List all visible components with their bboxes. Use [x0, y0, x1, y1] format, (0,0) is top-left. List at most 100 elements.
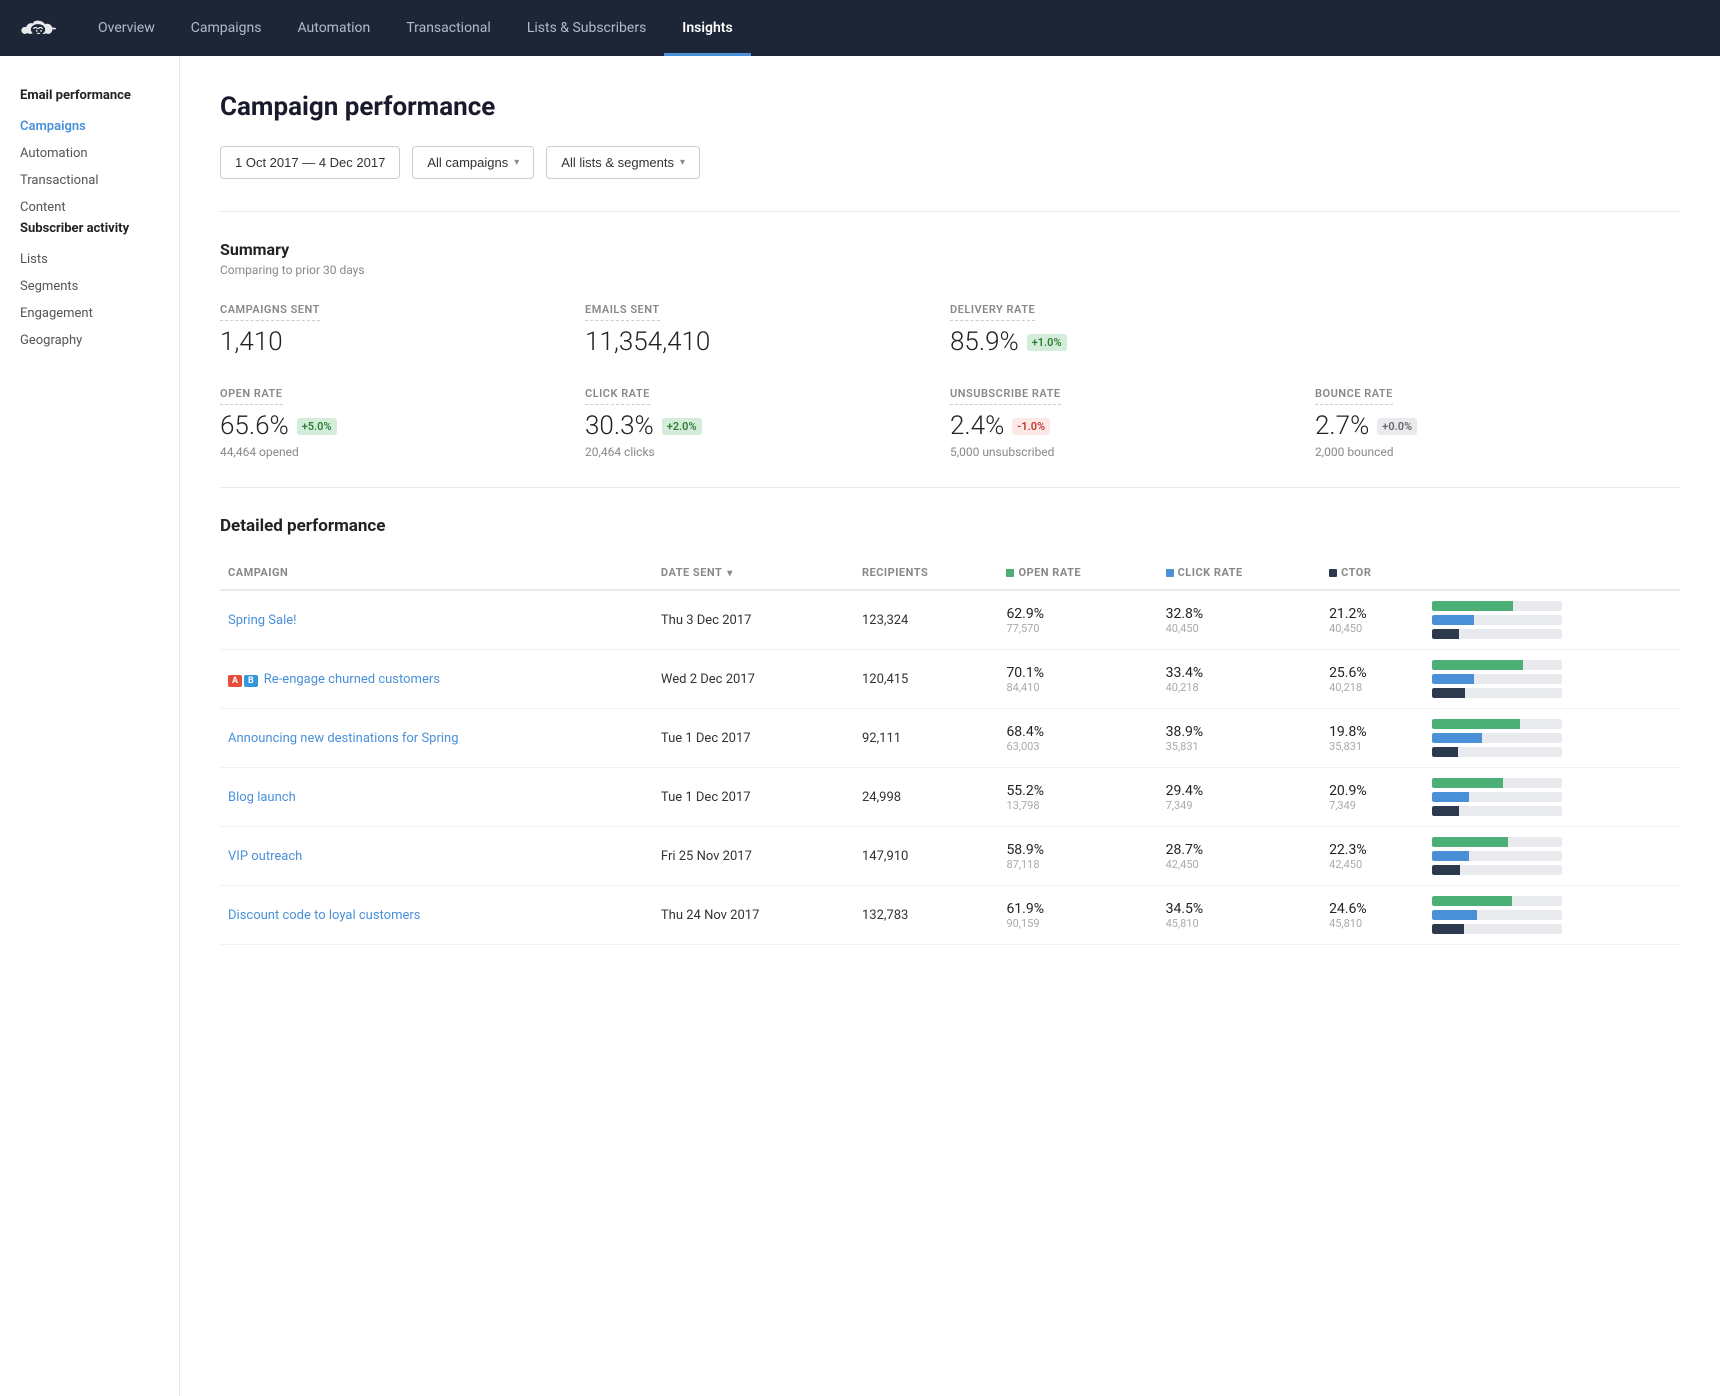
campaign-name-cell: VIP outreach: [220, 827, 653, 886]
ctor-bar: [1432, 747, 1562, 757]
ctor-bar-fill: [1432, 865, 1461, 875]
col-header-date-sent[interactable]: DATE SENT ▾: [653, 556, 854, 590]
open-rate-sub: 90,159: [1006, 917, 1149, 930]
sidebar-item-automation[interactable]: Automation: [20, 140, 159, 167]
nav-item-transactional[interactable]: Transactional: [388, 0, 509, 56]
nav-item-automation[interactable]: Automation: [279, 0, 388, 56]
open-rate-cell: 70.1%84,410: [998, 650, 1157, 709]
campaign-link[interactable]: Discount code to loyal customers: [228, 908, 421, 923]
bar-chart-cell: [1432, 778, 1672, 816]
main-content: Campaign performance 1 Oct 2017 — 4 Dec …: [180, 56, 1720, 1396]
open-rate-main: 55.2%: [1006, 783, 1149, 799]
app-logo[interactable]: [20, 17, 52, 39]
ctor-bar-fill: [1432, 747, 1458, 757]
col-header-bars: [1424, 556, 1680, 590]
date-range-value: 1 Oct 2017 — 4 Dec 2017: [235, 155, 385, 170]
table-header-row: CAMPAIGN DATE SENT ▾ RECIPIENTS OPEN RAT…: [220, 556, 1680, 590]
ab-b-badge: B: [244, 675, 258, 687]
recipients-cell: 120,415: [854, 650, 998, 709]
ctor-bar: [1432, 688, 1562, 698]
divider-2: [220, 487, 1680, 488]
ctor-bar: [1432, 806, 1562, 816]
sidebar-item-content[interactable]: Content: [20, 194, 159, 221]
click-rate-bar: [1432, 615, 1562, 625]
sidebar-item-segments[interactable]: Segments: [20, 273, 159, 300]
col-header-recipients: RECIPIENTS: [854, 556, 998, 590]
list-segment-filter[interactable]: All lists & segments ▾: [546, 146, 700, 179]
sidebar: Email performance Campaigns Automation T…: [0, 56, 180, 1396]
sidebar-item-geography[interactable]: Geography: [20, 327, 159, 354]
sidebar-item-engagement[interactable]: Engagement: [20, 300, 159, 327]
date-sent-cell: Wed 2 Dec 2017: [653, 650, 854, 709]
open-rate-sub: 77,570: [1006, 622, 1149, 635]
sidebar-item-transactional[interactable]: Transactional: [20, 167, 159, 194]
ctor-bar-fill: [1432, 629, 1459, 639]
ctor-main: 25.6%: [1329, 665, 1415, 681]
click-rate-main: 29.4%: [1166, 783, 1313, 799]
open-rate-dot: [1006, 569, 1014, 577]
recipients-cell: 92,111: [854, 709, 998, 768]
stat-label-click-rate: CLICK RATE: [585, 387, 650, 405]
sidebar-item-lists[interactable]: Lists: [20, 246, 159, 273]
nav-item-insights[interactable]: Insights: [664, 0, 750, 56]
campaign-link[interactable]: Re-engage churned customers: [264, 672, 440, 687]
campaign-name-cell: Discount code to loyal customers: [220, 886, 653, 945]
open-rate-bar: [1432, 896, 1562, 906]
ctor-cell: 24.6%45,810: [1321, 886, 1423, 945]
campaign-type-value: All campaigns: [427, 155, 508, 170]
recipients-cell: 132,783: [854, 886, 998, 945]
open-rate-bar: [1432, 837, 1562, 847]
click-rate-bar: [1432, 792, 1562, 802]
ctor-main: 20.9%: [1329, 783, 1415, 799]
bar-chart-cell: [1432, 719, 1672, 757]
click-rate-bar: [1432, 733, 1562, 743]
sidebar-item-campaigns[interactable]: Campaigns: [20, 113, 159, 140]
table-row: Spring Sale!Thu 3 Dec 2017123,32462.9%77…: [220, 590, 1680, 650]
open-rate-main: 61.9%: [1006, 901, 1149, 917]
click-rate-bar-fill: [1432, 910, 1478, 920]
stat-sub-click-rate: 20,464 clicks: [585, 445, 950, 459]
bars-cell: [1424, 590, 1680, 650]
open-rate-sub: 87,118: [1006, 858, 1149, 871]
stat-value-campaigns-sent: 1,410: [220, 327, 585, 357]
date-range-filter[interactable]: 1 Oct 2017 — 4 Dec 2017: [220, 146, 400, 179]
click-rate-main: 34.5%: [1166, 901, 1313, 917]
campaign-link[interactable]: Announcing new destinations for Spring: [228, 731, 459, 746]
stat-label-campaigns-sent: CAMPAIGNS SENT: [220, 303, 320, 321]
campaign-name-cell: Spring Sale!: [220, 590, 653, 650]
page-title: Campaign performance: [220, 92, 1680, 122]
click-rate-cell: 29.4%7,349: [1158, 768, 1321, 827]
campaign-link[interactable]: Blog launch: [228, 790, 296, 805]
stat-click-rate: CLICK RATE 30.3% +2.0% 20,464 clicks: [585, 385, 950, 459]
click-rate-main: 28.7%: [1166, 842, 1313, 858]
stat-sub-open-rate: 44,464 opened: [220, 445, 585, 459]
ctor-bar: [1432, 924, 1562, 934]
ctor-bar-fill: [1432, 924, 1465, 934]
open-rate-bar: [1432, 778, 1562, 788]
sort-icon: ▾: [727, 568, 733, 579]
campaign-link[interactable]: Spring Sale!: [228, 613, 297, 628]
table-row: Discount code to loyal customersThu 24 N…: [220, 886, 1680, 945]
click-rate-bar-fill: [1432, 733, 1483, 743]
click-rate-cell: 28.7%42,450: [1158, 827, 1321, 886]
stat-label-emails-sent: EMAILS SENT: [585, 303, 660, 321]
campaign-type-filter[interactable]: All campaigns ▾: [412, 146, 534, 179]
stats-row-2: OPEN RATE 65.6% +5.0% 44,464 opened CLIC…: [220, 385, 1680, 459]
click-rate-cell: 32.8%40,450: [1158, 590, 1321, 650]
nav-item-overview[interactable]: Overview: [80, 0, 173, 56]
ctor-bar-fill: [1432, 688, 1466, 698]
click-rate-sub: 42,450: [1166, 858, 1313, 871]
col-header-ctor: CTOR: [1321, 556, 1423, 590]
campaign-link[interactable]: VIP outreach: [228, 849, 302, 864]
status-badge-bounce-rate: +0.0%: [1377, 418, 1417, 435]
click-rate-sub: 7,349: [1166, 799, 1313, 812]
nav-item-campaigns[interactable]: Campaigns: [173, 0, 280, 56]
recipients-cell: 24,998: [854, 768, 998, 827]
table-row: VIP outreachFri 25 Nov 2017147,91058.9%8…: [220, 827, 1680, 886]
stat-emails-sent: EMAILS SENT 11,354,410: [585, 301, 950, 357]
date-sent-cell: Tue 1 Dec 2017: [653, 709, 854, 768]
stat-label-bounce-rate: BOUNCE RATE: [1315, 387, 1393, 405]
open-rate-main: 58.9%: [1006, 842, 1149, 858]
bars-cell: [1424, 886, 1680, 945]
nav-item-lists-subscribers[interactable]: Lists & Subscribers: [509, 0, 664, 56]
